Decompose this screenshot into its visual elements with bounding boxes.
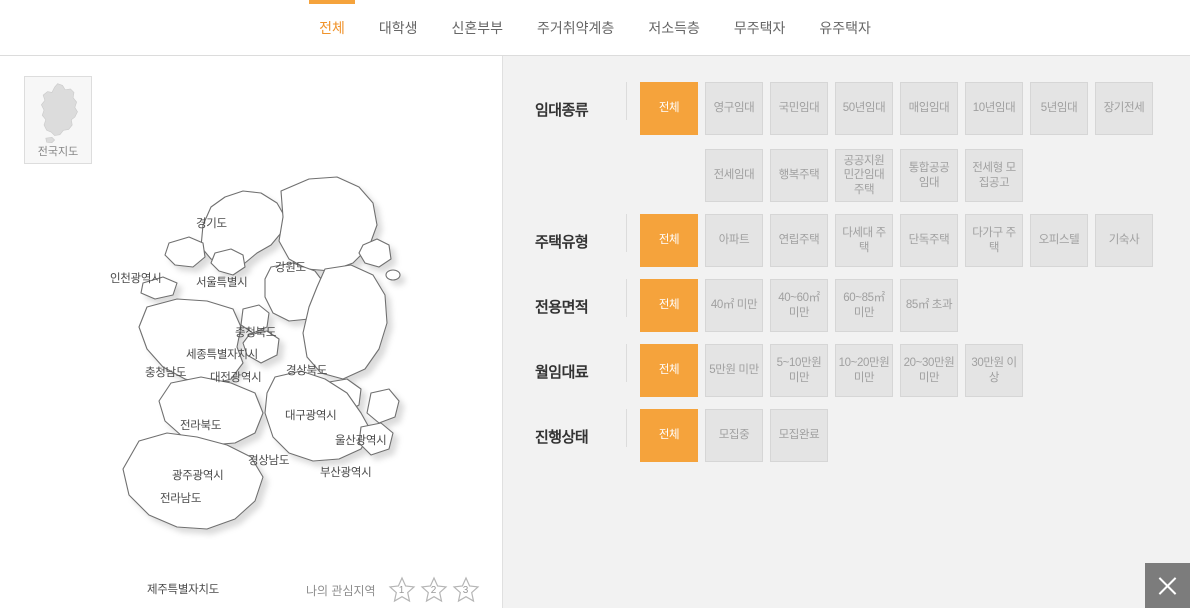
region-label[interactable]: 경상북도 bbox=[286, 362, 327, 378]
filter-option-button[interactable]: 연립주택 bbox=[770, 214, 828, 267]
region-label[interactable]: 대전광역시 bbox=[210, 369, 261, 385]
filter-group-label: 주택유형 bbox=[535, 214, 627, 252]
filter-option-button[interactable]: 10~20만원 미만 bbox=[835, 344, 893, 397]
filter-option-button[interactable]: 단독주택 bbox=[900, 214, 958, 267]
filter-option-button[interactable]: 기숙사 bbox=[1095, 214, 1153, 267]
filter-option-button[interactable]: 5~10만원 미만 bbox=[770, 344, 828, 397]
filter-option-button[interactable]: 오피스텔 bbox=[1030, 214, 1088, 267]
filter-option-button[interactable]: 국민임대 bbox=[770, 82, 828, 135]
main-body: 전국지도 bbox=[0, 56, 1190, 608]
region-label[interactable]: 경기도 bbox=[196, 215, 227, 231]
filter-option-button[interactable]: 60~85㎡ 미만 bbox=[835, 279, 893, 332]
filter-option-button[interactable]: 통합공공 임대 bbox=[900, 149, 958, 202]
filter-option-button[interactable]: 모집중 bbox=[705, 409, 763, 462]
region-label[interactable]: 인천광역시 bbox=[110, 270, 161, 286]
filter-option-button[interactable]: 모집완료 bbox=[770, 409, 828, 462]
filter-option-button[interactable]: 전체 bbox=[640, 409, 698, 462]
favorite-regions-label: 나의 관심지역 bbox=[306, 582, 376, 599]
region-label[interactable]: 울산광역시 bbox=[335, 432, 386, 448]
region-label[interactable]: 경상남도 bbox=[248, 452, 289, 468]
filter-group-label: 진행상태 bbox=[535, 409, 627, 447]
filter-option-button[interactable]: 10년임대 bbox=[965, 82, 1023, 135]
tab-1[interactable]: 대학생 bbox=[362, 0, 435, 56]
tab-2[interactable]: 신혼부부 bbox=[435, 0, 521, 56]
filter-group-label: 임대종류 bbox=[535, 82, 627, 120]
map-panel: 전국지도 bbox=[0, 56, 503, 608]
filter-rows: 임대종류전체영구임대국민임대50년임대매입임대10년임대5년임대장기전세전세임대… bbox=[503, 82, 1190, 462]
filter-option-button[interactable]: 다세대 주택 bbox=[835, 214, 893, 267]
favorite-star-1[interactable]: 1 bbox=[388, 576, 416, 604]
filter-option-list: 전체40㎡ 미만40~60㎡ 미만60~85㎡ 미만85㎡ 초과 bbox=[640, 279, 958, 332]
filter-option-button[interactable]: 장기전세 bbox=[1095, 82, 1153, 135]
close-icon[interactable] bbox=[1145, 563, 1190, 608]
filter-option-button[interactable]: 전체 bbox=[640, 214, 698, 267]
tab-0[interactable]: 전체 bbox=[302, 0, 362, 56]
filter-option-button[interactable]: 아파트 bbox=[705, 214, 763, 267]
filter-option-button[interactable]: 20~30만원 미만 bbox=[900, 344, 958, 397]
filter-option-button[interactable]: 다가구 주택 bbox=[965, 214, 1023, 267]
filter-option-button[interactable]: 전체 bbox=[640, 344, 698, 397]
tab-5[interactable]: 무주택자 bbox=[717, 0, 803, 56]
filter-option-button[interactable]: 영구임대 bbox=[705, 82, 763, 135]
region-label[interactable]: 강원도 bbox=[275, 259, 306, 275]
region-label[interactable]: 광주광역시 bbox=[172, 467, 223, 483]
filter-option-button[interactable]: 30만원 이상 bbox=[965, 344, 1023, 397]
tab-4[interactable]: 저소득층 bbox=[631, 0, 717, 56]
filter-option-button[interactable]: 전체 bbox=[640, 82, 698, 135]
favorite-star-number: 1 bbox=[388, 585, 416, 596]
filter-option-button[interactable]: 40~60㎡ 미만 bbox=[770, 279, 828, 332]
region-label[interactable]: 대구광역시 bbox=[285, 407, 336, 423]
favorite-regions-row: 나의 관심지역 123 bbox=[306, 576, 480, 604]
region-label[interactable]: 충청남도 bbox=[145, 364, 186, 380]
filter-option-list: 전체아파트연립주택다세대 주택단독주택다가구 주택오피스텔기숙사 bbox=[640, 214, 1153, 267]
filter-group-1: 주택유형 전체아파트연립주택다세대 주택단독주택다가구 주택오피스텔기숙사 bbox=[503, 214, 1190, 267]
favorite-star-group: 123 bbox=[388, 576, 480, 604]
filter-option-list: 전체5만원 미만5~10만원 미만10~20만원 미만20~30만원 미만30만… bbox=[640, 344, 1023, 397]
tab-6[interactable]: 유주택자 bbox=[802, 0, 888, 56]
filter-option-button[interactable]: 5만원 미만 bbox=[705, 344, 763, 397]
region-label[interactable]: 충청북도 bbox=[235, 324, 276, 340]
filter-option-list: 전체모집중모집완료 bbox=[640, 409, 828, 462]
filter-option-button[interactable]: 행복주택 bbox=[770, 149, 828, 202]
filter-option-button[interactable]: 50년임대 bbox=[835, 82, 893, 135]
region-label[interactable]: 서울특별시 bbox=[196, 274, 247, 290]
region-label[interactable]: 부산광역시 bbox=[320, 464, 371, 480]
filter-option-list: 전체영구임대국민임대50년임대매입임대10년임대5년임대장기전세전세임대행복주택… bbox=[640, 82, 1190, 202]
filter-option-button[interactable]: 85㎡ 초과 bbox=[900, 279, 958, 332]
filter-group-label: 월임대료 bbox=[535, 344, 627, 382]
filter-panel: 임대종류전체영구임대국민임대50년임대매입임대10년임대5년임대장기전세전세임대… bbox=[503, 56, 1190, 608]
region-label[interactable]: 전라남도 bbox=[160, 490, 201, 506]
favorite-star-3[interactable]: 3 bbox=[452, 576, 480, 604]
filter-option-button[interactable]: 5년임대 bbox=[1030, 82, 1088, 135]
tab-3[interactable]: 주거취약계층 bbox=[520, 0, 631, 56]
filter-group-3: 월임대료 전체5만원 미만5~10만원 미만10~20만원 미만20~30만원 미… bbox=[503, 344, 1190, 397]
filter-option-button[interactable]: 전체 bbox=[640, 279, 698, 332]
filter-option-button[interactable]: 전세임대 bbox=[705, 149, 763, 202]
favorite-star-number: 2 bbox=[420, 585, 448, 596]
region-label[interactable]: 세종특별자치시 bbox=[186, 346, 258, 362]
filter-option-button[interactable]: 공공지원 민간임대 주택 bbox=[835, 149, 893, 202]
filter-option-button[interactable]: 전세형 모집공고 bbox=[965, 149, 1023, 202]
filter-group-2: 전용면적 전체40㎡ 미만40~60㎡ 미만60~85㎡ 미만85㎡ 초과 bbox=[503, 279, 1190, 332]
region-label[interactable]: 전라북도 bbox=[180, 417, 221, 433]
filter-group-label: 전용면적 bbox=[535, 279, 627, 317]
favorite-star-2[interactable]: 2 bbox=[420, 576, 448, 604]
filter-option-button[interactable]: 매입임대 bbox=[900, 82, 958, 135]
favorite-star-number: 3 bbox=[452, 585, 480, 596]
filter-group-0: 임대종류 전체영구임대국민임대50년임대매입임대10년임대5년임대장기전세전세임대… bbox=[503, 82, 1190, 202]
category-tab-bar: 전체대학생신혼부부주거취약계층저소득층무주택자유주택자 bbox=[0, 0, 1190, 56]
filter-group-4: 진행상태 전체모집중모집완료 bbox=[503, 409, 1190, 462]
filter-option-button[interactable]: 40㎡ 미만 bbox=[705, 279, 763, 332]
region-label[interactable]: 제주특별자치도 bbox=[147, 581, 219, 597]
